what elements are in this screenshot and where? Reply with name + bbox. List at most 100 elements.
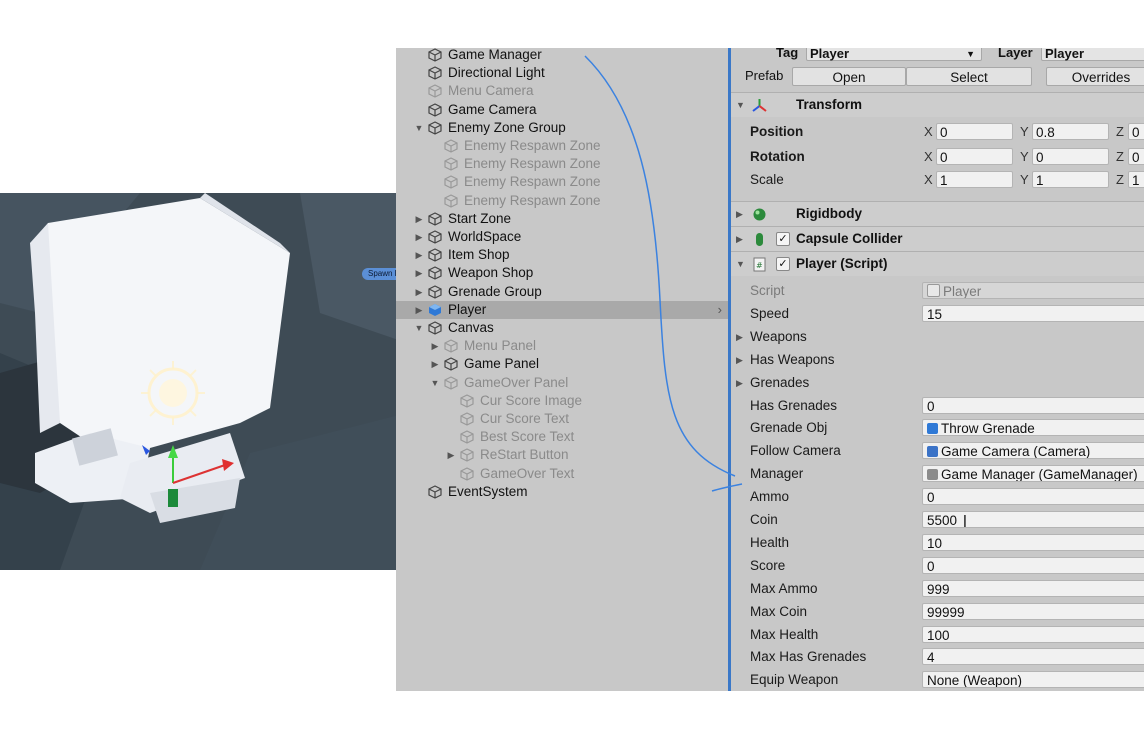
collapse-arrow-icon[interactable]: ▼ bbox=[736, 252, 745, 276]
expand-arrow-icon[interactable]: ▶ bbox=[414, 301, 424, 319]
hierarchy-item[interactable]: Enemy Respawn Zone bbox=[396, 155, 728, 173]
field-value-input[interactable]: None (Weapon) bbox=[922, 671, 1144, 689]
scale-y-field[interactable]: 1 bbox=[1032, 171, 1109, 188]
tag-layer-row: Tag Player ▼ Layer Player bbox=[728, 48, 1144, 64]
expand-arrow-icon[interactable]: ▶ bbox=[414, 283, 424, 301]
player-script-checkbox[interactable]: ✓ bbox=[776, 257, 790, 271]
position-z-field[interactable]: 0 bbox=[1128, 123, 1144, 140]
scale-z-field[interactable]: 1 bbox=[1128, 171, 1144, 188]
field-label[interactable]: Weapons bbox=[750, 326, 807, 348]
player-script-header[interactable]: ▼ # ✓ Player (Script) bbox=[728, 251, 1144, 276]
field-value: Game Camera (Camera) bbox=[941, 444, 1091, 460]
expand-arrow-icon[interactable]: ▶ bbox=[414, 246, 424, 264]
layer-dropdown[interactable]: Player bbox=[1041, 48, 1144, 61]
expand-arrow-icon[interactable]: ▶ bbox=[736, 372, 743, 394]
expand-arrow-icon[interactable]: ▶ bbox=[736, 349, 743, 371]
field-value-input[interactable]: Throw Grenade bbox=[922, 419, 1144, 437]
expand-arrow-icon[interactable]: ▶ bbox=[736, 326, 743, 348]
hierarchy-item[interactable]: Cur Score Text bbox=[396, 410, 728, 428]
expand-arrow-icon[interactable]: ▶ bbox=[736, 227, 743, 251]
field-label[interactable]: Has Weapons bbox=[750, 349, 835, 371]
field-value-input[interactable]: 10 bbox=[922, 533, 1144, 551]
hierarchy-item[interactable]: ▼ GameOver Panel bbox=[396, 374, 728, 392]
chevron-right-icon[interactable]: › bbox=[718, 301, 722, 319]
expand-arrow-icon[interactable]: ▶ bbox=[736, 202, 743, 226]
hierarchy-item[interactable]: ▶ ReStart Button bbox=[396, 446, 728, 464]
axis-z: Z bbox=[1116, 172, 1124, 187]
capsule-collider-header[interactable]: ▶ ✓ Capsule Collider bbox=[728, 226, 1144, 251]
field-value-input[interactable]: 0 bbox=[922, 396, 1144, 414]
tag-dropdown[interactable]: Player ▼ bbox=[806, 48, 982, 61]
hierarchy-item-label: GameOver Text bbox=[480, 465, 575, 481]
hierarchy-item[interactable]: ▶ WorldSpace bbox=[396, 228, 728, 246]
inspector-focus-border bbox=[728, 48, 731, 691]
expand-arrow-icon[interactable]: ▶ bbox=[430, 355, 440, 373]
object-icon bbox=[927, 469, 938, 481]
hierarchy-item[interactable]: Game Manager bbox=[396, 48, 728, 64]
field-label[interactable]: Grenades bbox=[750, 372, 809, 394]
hierarchy-item[interactable]: GameOver Text bbox=[396, 465, 728, 483]
cube-icon bbox=[444, 375, 458, 390]
field-value-input[interactable]: Game Camera (Camera) bbox=[922, 442, 1144, 460]
rotation-label: Rotation bbox=[750, 149, 805, 164]
field-value-input[interactable]: 15 bbox=[922, 304, 1144, 322]
prefab-select-button[interactable]: Select bbox=[906, 67, 1032, 86]
hierarchy-panel[interactable]: Game Manager Directional Light Menu Camera… bbox=[396, 48, 728, 691]
expand-arrow-icon[interactable]: ▶ bbox=[414, 264, 424, 282]
hierarchy-item[interactable]: Directional Light bbox=[396, 64, 728, 82]
field-value-input[interactable]: 5500 | bbox=[922, 511, 1144, 528]
position-y-field[interactable]: 0.8 bbox=[1032, 123, 1109, 140]
field-value-input[interactable]: Game Manager (GameManager) bbox=[922, 465, 1144, 483]
hierarchy-item[interactable]: Best Score Text bbox=[396, 428, 728, 446]
expand-arrow-icon[interactable]: ▶ bbox=[414, 228, 424, 246]
hierarchy-item[interactable]: ▶ Game Panel bbox=[396, 355, 728, 373]
hierarchy-item[interactable]: ▼ Enemy Zone Group bbox=[396, 119, 728, 137]
capsule-collider-icon bbox=[756, 233, 763, 246]
expand-arrow-icon[interactable]: ▶ bbox=[430, 337, 440, 355]
inspector-field-row: Equip Weapon None (Weapon) bbox=[728, 669, 1144, 691]
transform-header[interactable]: ▼ Transform bbox=[728, 92, 1144, 117]
field-value-input[interactable]: 99999 bbox=[922, 602, 1144, 620]
field-value-input[interactable]: 4 bbox=[922, 648, 1144, 666]
hierarchy-item[interactable]: ▶ Menu Panel bbox=[396, 337, 728, 355]
rigidbody-header[interactable]: ▶ Rigidbody bbox=[728, 201, 1144, 226]
field-value: 99999 bbox=[927, 604, 965, 620]
hierarchy-item[interactable]: ▶ Player › bbox=[396, 300, 728, 319]
field-value-input[interactable]: 0 bbox=[922, 488, 1144, 506]
capsule-collider-checkbox[interactable]: ✓ bbox=[776, 232, 790, 246]
hierarchy-item[interactable]: ▶ Start Zone bbox=[396, 210, 728, 228]
inspector-field-row: Ammo 0 bbox=[728, 486, 1144, 508]
collapse-arrow-icon[interactable]: ▼ bbox=[430, 374, 440, 392]
field-value-input[interactable]: 100 bbox=[922, 625, 1144, 643]
hierarchy-item-label: Game Manager bbox=[448, 48, 542, 62]
scene-viewport[interactable]: Spawn Po bbox=[0, 193, 407, 570]
inspector-panel[interactable]: Tag Player ▼ Layer Player Prefab Open Se… bbox=[728, 48, 1144, 691]
collapse-arrow-icon[interactable]: ▼ bbox=[414, 119, 424, 137]
expand-arrow-icon[interactable]: ▶ bbox=[414, 210, 424, 228]
hierarchy-item[interactable]: Enemy Respawn Zone bbox=[396, 137, 728, 155]
field-value-input[interactable]: 0 bbox=[922, 556, 1144, 574]
hierarchy-item[interactable]: ▼ Canvas bbox=[396, 319, 728, 337]
hierarchy-item[interactable]: ▶ Grenade Group bbox=[396, 283, 728, 301]
hierarchy-item-label: Item Shop bbox=[448, 247, 510, 263]
hierarchy-item[interactable]: EventSystem bbox=[396, 483, 728, 501]
scale-x-field[interactable]: 1 bbox=[936, 171, 1013, 188]
rotation-z-field[interactable]: 0 bbox=[1128, 148, 1144, 165]
prefab-open-button[interactable]: Open bbox=[792, 67, 906, 86]
position-x-field[interactable]: 0 bbox=[936, 123, 1013, 140]
expand-arrow-icon[interactable]: ▶ bbox=[446, 446, 456, 464]
hierarchy-item[interactable]: Menu Camera bbox=[396, 82, 728, 100]
collapse-arrow-icon[interactable]: ▼ bbox=[736, 93, 745, 117]
prefab-overrides-button[interactable]: Overrides bbox=[1046, 67, 1144, 86]
hierarchy-item[interactable]: Game Camera bbox=[396, 101, 728, 119]
hierarchy-item[interactable]: Enemy Respawn Zone bbox=[396, 173, 728, 191]
field-value-input[interactable]: 999 bbox=[922, 579, 1144, 597]
rotation-x-field[interactable]: 0 bbox=[936, 148, 1013, 165]
field-value: 999 bbox=[927, 581, 950, 597]
hierarchy-item[interactable]: ▶ Weapon Shop bbox=[396, 264, 728, 282]
collapse-arrow-icon[interactable]: ▼ bbox=[414, 319, 424, 337]
rotation-y-field[interactable]: 0 bbox=[1032, 148, 1109, 165]
hierarchy-item[interactable]: Enemy Respawn Zone bbox=[396, 192, 728, 210]
hierarchy-item[interactable]: Cur Score Image bbox=[396, 392, 728, 410]
hierarchy-item[interactable]: ▶ Item Shop bbox=[396, 246, 728, 264]
